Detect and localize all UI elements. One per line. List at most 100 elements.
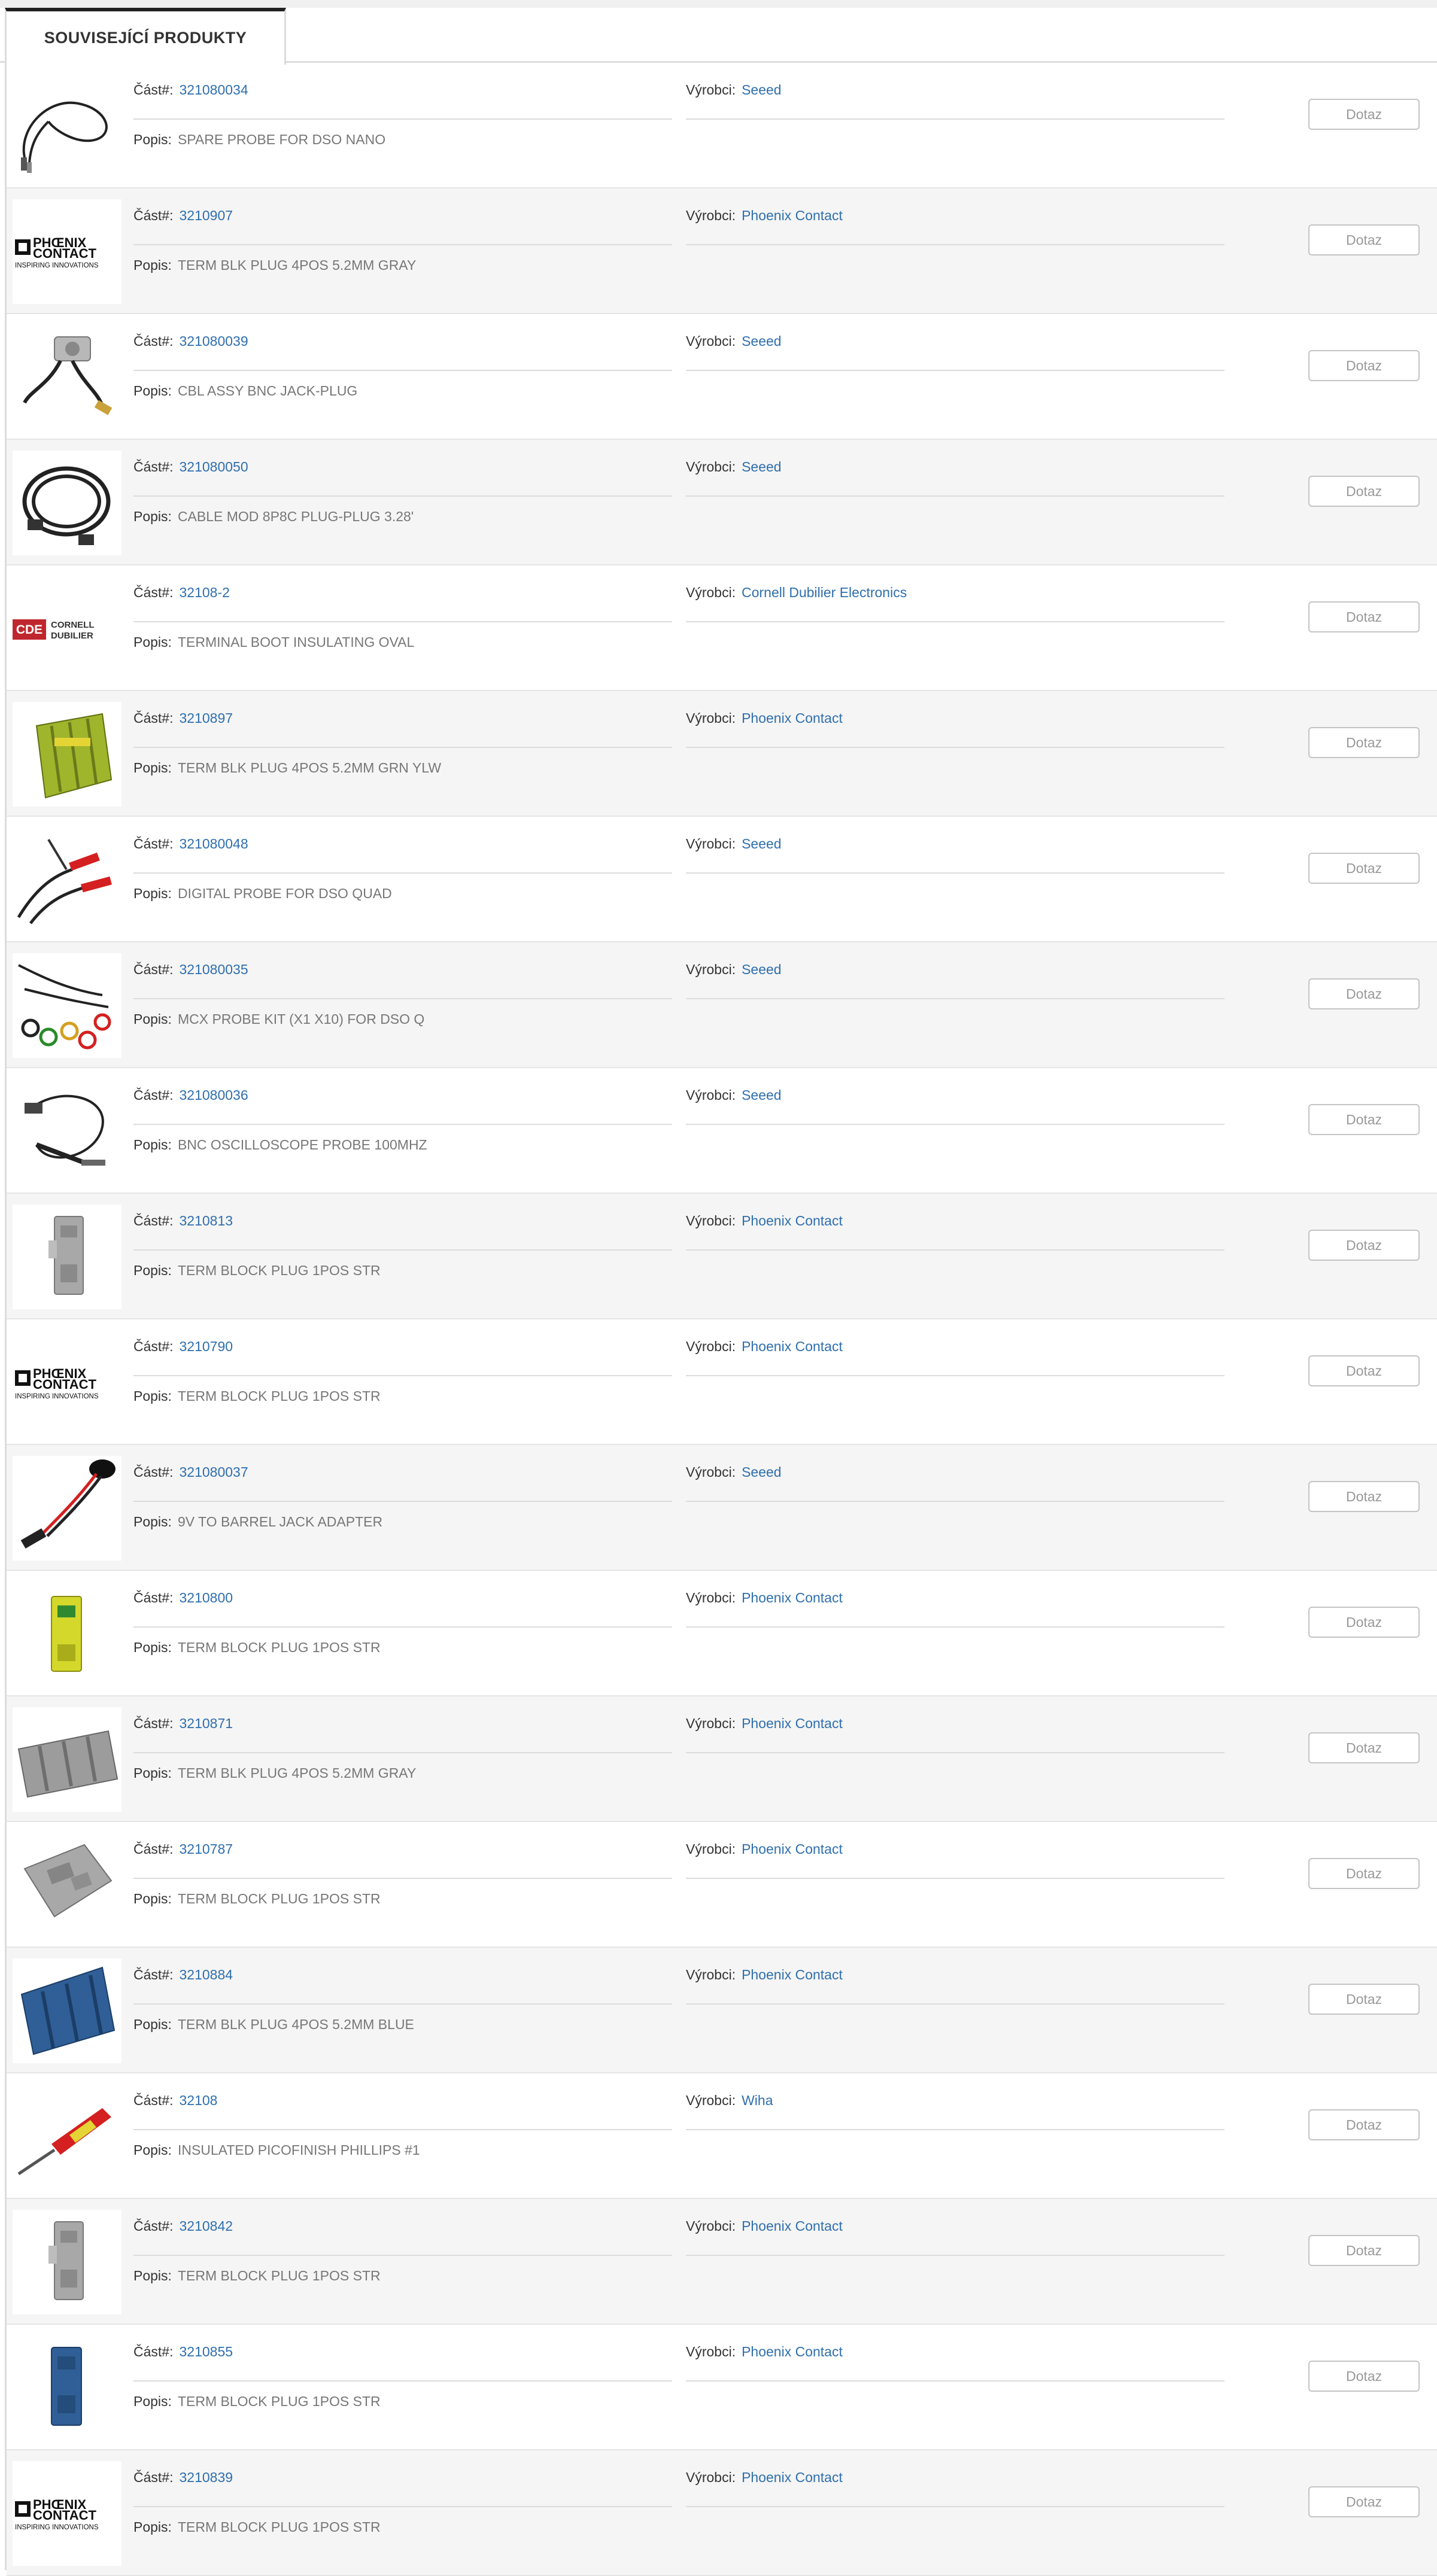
inquiry-button[interactable]: Dotaz	[1308, 350, 1420, 381]
tab-related-products[interactable]: SOUVISEJÍCÍ PRODUKTY	[5, 8, 286, 65]
manufacturer-field: Výrobci: Phoenix Contact	[686, 2469, 843, 2486]
inquiry-button[interactable]: Dotaz	[1308, 1607, 1420, 1638]
manufacturer-link[interactable]: Seeed	[742, 459, 782, 475]
ethernet-cable-icon[interactable]	[13, 451, 121, 555]
manufacturer-link[interactable]: Phoenix Contact	[742, 1716, 843, 1731]
part-number-link[interactable]: 3210907	[179, 208, 233, 223]
digital-probe-icon[interactable]	[13, 828, 121, 932]
manufacturer-field: Výrobci: Seeed	[686, 333, 782, 349]
manufacturer-link[interactable]: Phoenix Contact	[742, 1213, 843, 1228]
probe-kit-icon[interactable]	[13, 953, 121, 1058]
part-number-link[interactable]: 32108	[179, 2093, 217, 2108]
part-number-link[interactable]: 3210813	[179, 1213, 233, 1228]
divider	[686, 1626, 1225, 1628]
description-field: Popis: TERM BLK PLUG 4POS 5.2MM BLUE	[133, 2017, 414, 2033]
manufacturer-link[interactable]: Seeed	[742, 962, 782, 977]
inquiry-button[interactable]: Dotaz	[1308, 2235, 1420, 2266]
part-number-link[interactable]: 321080036	[179, 1087, 248, 1103]
part-number-link[interactable]: 3210800	[179, 1590, 233, 1605]
cde-logo[interactable]: CDE CORNELL DUBILIER	[13, 576, 121, 681]
description-value: CBL ASSY BNC JACK-PLUG	[177, 383, 358, 399]
inquiry-button[interactable]: Dotaz	[1308, 2361, 1420, 2392]
phoenix-logo[interactable]: PHŒNIX CONTACT INSPIRING INNOVATIONS	[13, 199, 121, 304]
product-row: CDE CORNELL DUBILIER Část#: 32108-2 Popis: T…	[7, 565, 1437, 691]
manufacturer-label: Výrobci:	[686, 1590, 736, 1605]
oscilloscope-probe-icon[interactable]	[13, 1079, 121, 1184]
terminal-plug-gray-icon[interactable]	[13, 2210, 121, 2315]
manufacturer-link[interactable]: Seeed	[742, 333, 782, 349]
manufacturer-link[interactable]: Phoenix Contact	[742, 1841, 843, 1857]
manufacturer-link[interactable]: Phoenix Contact	[742, 2218, 843, 2234]
inquiry-button[interactable]: Dotaz	[1308, 99, 1420, 130]
terminal-block-green-icon[interactable]	[13, 702, 121, 807]
terminal-plug-gray-icon[interactable]	[13, 1205, 121, 1309]
description-value: TERMINAL BOOT INSULATING OVAL	[177, 634, 415, 650]
part-number-link[interactable]: 321080039	[179, 333, 248, 349]
part-number-link[interactable]: 3210884	[179, 1967, 233, 1982]
manufacturer-field: Výrobci: Phoenix Contact	[686, 1716, 843, 1732]
part-number-link[interactable]: 3210839	[179, 2469, 233, 2485]
manufacturer-link[interactable]: Phoenix Contact	[742, 1967, 843, 1982]
part-number-link[interactable]: 321080050	[179, 459, 248, 475]
manufacturer-link[interactable]: Seeed	[742, 836, 782, 851]
phoenix-logo[interactable]: PHŒNIX CONTACT INSPIRING INNOVATIONS	[13, 1330, 121, 1435]
inquiry-button[interactable]: Dotaz	[1308, 1858, 1420, 1889]
part-number-link[interactable]: 3210842	[179, 2218, 233, 2234]
part-number-link[interactable]: 32108-2	[179, 585, 229, 600]
inquiry-button[interactable]: Dotaz	[1308, 853, 1420, 884]
part-number-link[interactable]: 321080048	[179, 836, 248, 851]
part-number-field: Část#: 3210855	[133, 2344, 233, 2360]
manufacturer-link[interactable]: Seeed	[742, 1464, 782, 1480]
inquiry-button[interactable]: Dotaz	[1308, 224, 1420, 256]
part-number-link[interactable]: 3210897	[179, 710, 233, 726]
divider	[686, 872, 1225, 874]
manufacturer-field: Výrobci: Phoenix Contact	[686, 2218, 843, 2234]
description-label: Popis:	[133, 2393, 172, 2409]
inquiry-button[interactable]: Dotaz	[1308, 2109, 1420, 2140]
product-row: Část#: 321080035 Popis: MCX PROBE KIT (X1 …	[7, 942, 1437, 1068]
divider	[133, 118, 672, 120]
manufacturer-link[interactable]: Phoenix Contact	[742, 710, 843, 726]
inquiry-button[interactable]: Dotaz	[1308, 978, 1420, 1009]
phoenix-logo[interactable]: PHŒNIX CONTACT INSPIRING INNOVATIONS	[13, 2461, 121, 2566]
inquiry-button[interactable]: Dotaz	[1308, 601, 1420, 632]
screwdriver-icon[interactable]	[13, 2084, 121, 2189]
terminal-block-blue-icon[interactable]	[13, 1958, 121, 2063]
manufacturer-link[interactable]: Seeed	[742, 1087, 782, 1103]
description-label: Popis:	[133, 1137, 172, 1152]
manufacturer-link[interactable]: Phoenix Contact	[742, 2344, 843, 2359]
manufacturer-link[interactable]: Seeed	[742, 82, 782, 98]
terminal-plug-blue-icon[interactable]	[13, 2335, 121, 2440]
manufacturer-link[interactable]: Phoenix Contact	[742, 2469, 843, 2485]
terminal-block-gray-icon[interactable]	[13, 1707, 121, 1812]
probe-cable-icon[interactable]	[13, 74, 121, 178]
inquiry-button[interactable]: Dotaz	[1308, 2486, 1420, 2517]
part-number-link[interactable]: 321080034	[179, 82, 248, 98]
inquiry-button[interactable]: Dotaz	[1308, 1732, 1420, 1763]
inquiry-button[interactable]: Dotaz	[1308, 727, 1420, 758]
inquiry-button[interactable]: Dotaz	[1308, 1481, 1420, 1512]
bnc-cable-icon[interactable]	[13, 325, 121, 430]
part-number-link[interactable]: 3210787	[179, 1841, 233, 1857]
divider	[133, 1878, 672, 1879]
inquiry-button[interactable]: Dotaz	[1308, 1104, 1420, 1135]
part-number-link[interactable]: 3210855	[179, 2344, 233, 2359]
part-number-link[interactable]: 3210871	[179, 1716, 233, 1731]
inquiry-button[interactable]: Dotaz	[1308, 1230, 1420, 1261]
terminal-plug-gray-angled-icon[interactable]	[13, 1833, 121, 1938]
manufacturer-link[interactable]: Cornell Dubilier Electronics	[742, 585, 907, 600]
part-number-field: Část#: 3210813	[133, 1213, 233, 1229]
battery-adapter-icon[interactable]	[13, 1456, 121, 1561]
part-number-link[interactable]: 3210790	[179, 1339, 233, 1354]
part-number-link[interactable]: 321080037	[179, 1464, 248, 1480]
terminal-plug-yellow-icon[interactable]	[13, 1582, 121, 1686]
part-number-link[interactable]: 321080035	[179, 962, 248, 977]
manufacturer-link[interactable]: Phoenix Contact	[742, 1339, 843, 1354]
inquiry-button[interactable]: Dotaz	[1308, 1984, 1420, 2015]
inquiry-button[interactable]: Dotaz	[1308, 1355, 1420, 1386]
manufacturer-link[interactable]: Phoenix Contact	[742, 1590, 843, 1605]
description-label: Popis:	[133, 1514, 172, 1529]
inquiry-button[interactable]: Dotaz	[1308, 476, 1420, 507]
manufacturer-link[interactable]: Phoenix Contact	[742, 208, 843, 223]
manufacturer-link[interactable]: Wiha	[742, 2093, 773, 2108]
